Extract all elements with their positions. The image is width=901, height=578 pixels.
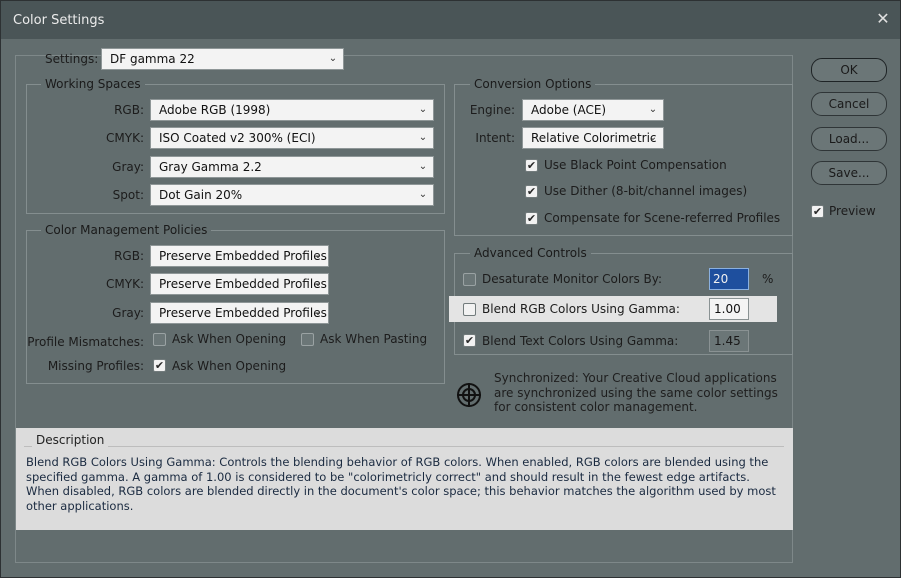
preview-checkbox[interactable]: ✔ xyxy=(811,205,824,218)
close-icon[interactable]: ✕ xyxy=(874,9,892,29)
checkmark-icon: ✔ xyxy=(154,359,165,372)
ws-rgb-label: RGB: xyxy=(114,103,144,117)
sync-status-text: Synchronized: Your Creative Cloud applic… xyxy=(494,371,778,415)
description-title: Description xyxy=(32,433,109,447)
policies-title: Color Management Policies xyxy=(41,223,212,237)
missing-profiles-label: Missing Profiles: xyxy=(47,359,144,373)
engine-value: Adobe (ACE) xyxy=(531,103,607,117)
blend-rgb-label: Blend RGB Colors Using Gamma: xyxy=(482,302,680,316)
ws-gray-value: Gray Gamma 2.2 xyxy=(159,160,262,174)
chevron-down-icon: ⌄ xyxy=(648,104,658,115)
mismatch-ask-pasting-checkbox[interactable] xyxy=(301,333,314,346)
intent-value: Relative Colorimetric xyxy=(531,131,657,145)
missing-ask-opening-label: Ask When Opening xyxy=(172,359,287,373)
save-button[interactable]: Save... xyxy=(811,161,887,185)
conversion-title: Conversion Options xyxy=(470,77,596,91)
policy-cmyk-label: CMYK: xyxy=(106,277,144,291)
ok-button[interactable]: OK xyxy=(811,58,887,82)
policy-cmyk-select[interactable]: Preserve Embedded Profiles ⌄ xyxy=(150,273,329,295)
ws-spot-select[interactable]: Dot Gain 20% ⌄ xyxy=(150,184,434,206)
checkmark-icon: ✔ xyxy=(464,334,475,347)
intent-select[interactable]: Relative Colorimetric ⌄ xyxy=(522,127,664,149)
settings-select-value: DF gamma 22 xyxy=(110,52,195,66)
title-bar: Color Settings ✕ xyxy=(1,1,900,39)
policy-rgb-select[interactable]: Preserve Embedded Profiles ⌄ xyxy=(150,245,329,267)
engine-select[interactable]: Adobe (ACE) ⌄ xyxy=(522,99,664,121)
scene-referred-checkbox[interactable]: ✔ xyxy=(525,212,538,225)
color-settings-dialog: Color Settings ✕ Settings: DF gamma 22 ⌄… xyxy=(0,0,901,578)
description-divider xyxy=(24,446,784,447)
chevron-down-icon: ⌄ xyxy=(313,307,323,318)
checkmark-icon: ✔ xyxy=(526,159,537,172)
mismatch-ask-opening-label: Ask When Opening xyxy=(172,332,287,346)
blend-rgb-checkbox[interactable] xyxy=(463,303,476,316)
policy-gray-select[interactable]: Preserve Embedded Profiles ⌄ xyxy=(150,302,329,324)
engine-label: Engine: xyxy=(469,103,515,117)
intent-label: Intent: xyxy=(475,131,515,145)
chevron-down-icon: ⌄ xyxy=(418,104,428,115)
mismatch-ask-opening-checkbox[interactable] xyxy=(153,333,166,346)
blend-text-input[interactable]: 1.45 xyxy=(709,330,749,352)
window-title: Color Settings xyxy=(13,13,105,28)
desaturate-checkbox[interactable] xyxy=(463,273,476,286)
settings-label: Settings: xyxy=(45,52,99,66)
blend-text-checkbox[interactable]: ✔ xyxy=(463,334,476,347)
black-point-checkbox[interactable]: ✔ xyxy=(525,159,538,172)
dialog-body: Settings: DF gamma 22 ⌄ Working Spaces R… xyxy=(1,39,900,577)
ws-rgb-select[interactable]: Adobe RGB (1998) ⌄ xyxy=(150,99,434,121)
advanced-title: Advanced Controls xyxy=(470,246,591,260)
desaturate-input[interactable]: 20 xyxy=(709,268,749,290)
chevron-down-icon: ⌄ xyxy=(418,161,428,172)
profile-mismatches-label: Profile Mismatches: xyxy=(27,335,144,349)
ws-gray-select[interactable]: Gray Gamma 2.2 ⌄ xyxy=(150,156,434,178)
chevron-down-icon: ⌄ xyxy=(418,189,428,200)
blend-rgb-input[interactable]: 1.00 xyxy=(709,298,749,320)
chevron-down-icon: ⌄ xyxy=(418,132,428,143)
cancel-button[interactable]: Cancel xyxy=(811,92,887,116)
chevron-down-icon: ⌄ xyxy=(313,250,323,261)
ws-cmyk-select[interactable]: ISO Coated v2 300% (ECI) ⌄ xyxy=(150,127,434,149)
dither-label: Use Dither (8-bit/channel images) xyxy=(544,184,748,198)
load-button[interactable]: Load... xyxy=(811,127,887,151)
mismatch-ask-pasting-label: Ask When Pasting xyxy=(320,332,428,346)
blend-text-label: Blend Text Colors Using Gamma: xyxy=(482,334,679,348)
working-spaces-title: Working Spaces xyxy=(41,77,145,91)
ws-gray-label: Gray: xyxy=(112,160,144,174)
description-text: Blend RGB Colors Using Gamma: Controls t… xyxy=(26,455,776,513)
checkmark-icon: ✔ xyxy=(812,205,823,218)
black-point-label: Use Black Point Compensation xyxy=(544,158,727,172)
ws-spot-label: Spot: xyxy=(112,188,144,202)
desaturate-unit: % xyxy=(762,272,774,286)
chevron-down-icon: ⌄ xyxy=(328,53,338,64)
ws-cmyk-value: ISO Coated v2 300% (ECI) xyxy=(159,131,316,145)
desaturate-label: Desaturate Monitor Colors By: xyxy=(482,272,663,286)
chevron-down-icon: ⌄ xyxy=(313,278,323,289)
description-panel: Description Blend RGB Colors Using Gamma… xyxy=(16,428,793,530)
policy-gray-label: Gray: xyxy=(112,306,144,320)
checkmark-icon: ✔ xyxy=(526,185,537,198)
ws-spot-value: Dot Gain 20% xyxy=(159,188,243,202)
ws-cmyk-label: CMYK: xyxy=(106,131,144,145)
policy-rgb-label: RGB: xyxy=(114,249,144,263)
preview-label: Preview xyxy=(829,204,876,218)
missing-ask-opening-checkbox[interactable]: ✔ xyxy=(153,359,166,372)
sync-target-icon xyxy=(457,383,481,407)
policy-rgb-value: Preserve Embedded Profiles xyxy=(159,249,327,263)
ws-rgb-value: Adobe RGB (1998) xyxy=(159,103,271,117)
settings-select[interactable]: DF gamma 22 ⌄ xyxy=(101,48,344,70)
policy-gray-value: Preserve Embedded Profiles xyxy=(159,306,327,320)
chevron-down-icon: ⌄ xyxy=(648,132,658,143)
dither-checkbox[interactable]: ✔ xyxy=(525,185,538,198)
checkmark-icon: ✔ xyxy=(526,212,537,225)
scene-referred-label: Compensate for Scene-referred Profiles xyxy=(544,211,781,225)
policy-cmyk-value: Preserve Embedded Profiles xyxy=(159,277,327,291)
